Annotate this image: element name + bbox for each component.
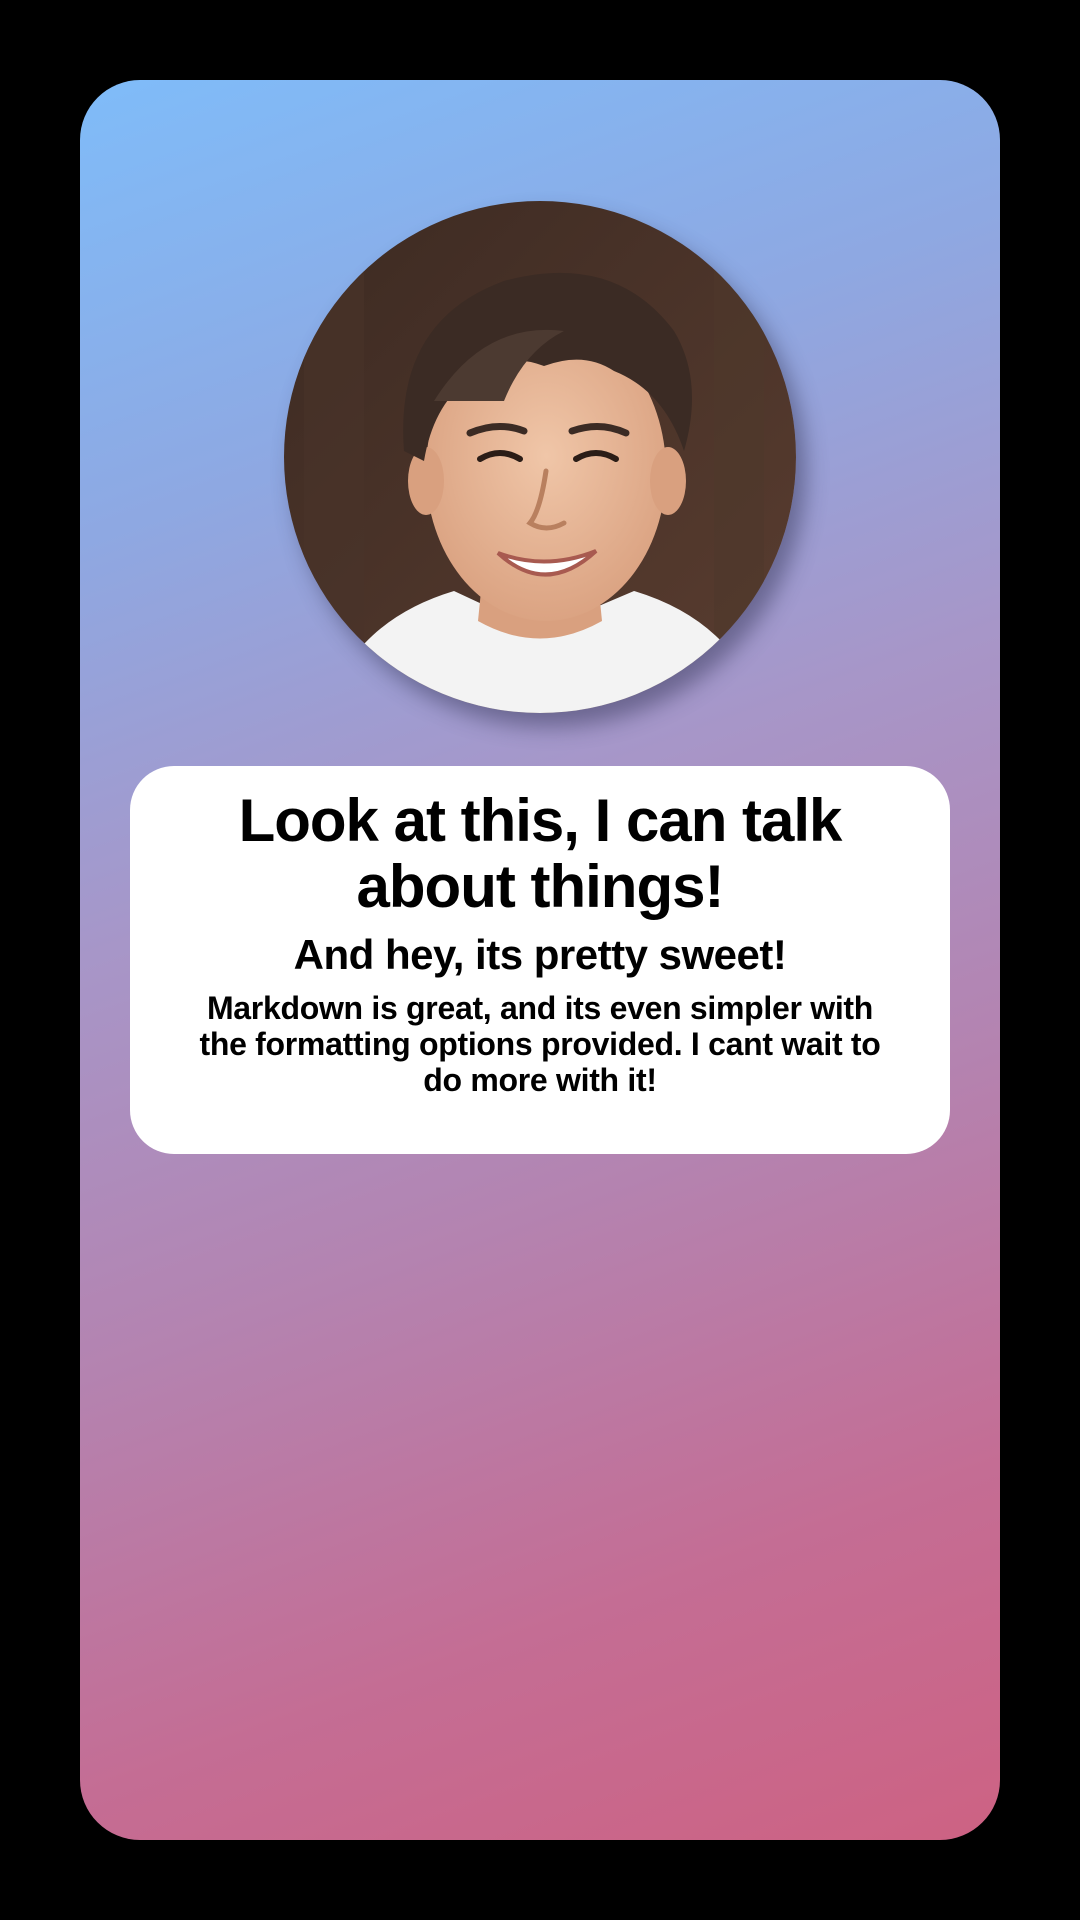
message-body: Markdown is great, and its even simpler … xyxy=(199,990,881,1098)
profile-card: Look at this, I can talk about things! A… xyxy=(80,80,1000,1840)
avatar xyxy=(284,201,796,713)
message-subheading: And hey, its pretty sweet! xyxy=(293,931,787,978)
portrait-photo-icon xyxy=(284,201,796,713)
message-card: Look at this, I can talk about things! A… xyxy=(130,766,950,1154)
message-heading: Look at this, I can talk about things! xyxy=(238,787,843,920)
